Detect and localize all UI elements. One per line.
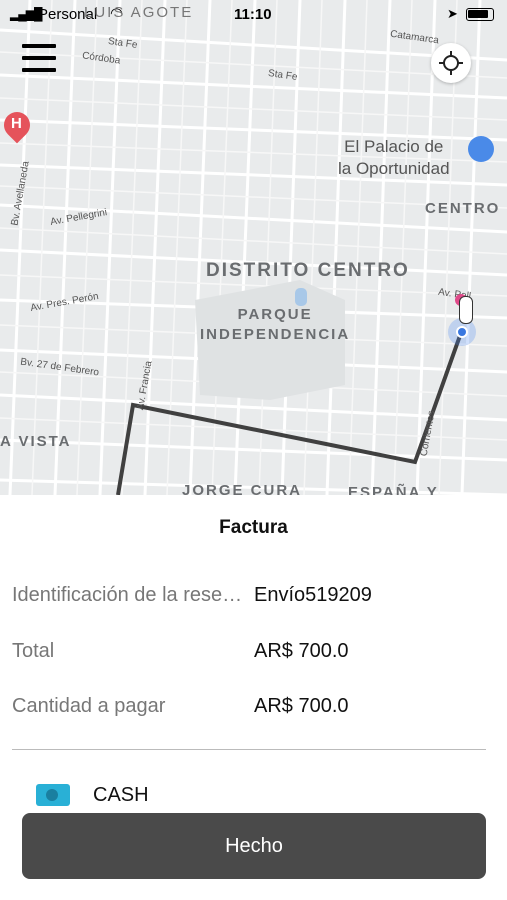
locate-me-button[interactable] [431, 43, 471, 83]
amount-due-value: AR$ 700.0 [254, 695, 349, 717]
map-label-centro: CENTRO [425, 200, 501, 217]
hamburger-icon [22, 44, 56, 48]
booking-id-value: Envío519209 [254, 584, 372, 606]
crosshair-icon [439, 51, 463, 75]
map-label-park: PARQUE INDEPENDENCIA [200, 306, 351, 343]
menu-button[interactable] [22, 44, 56, 78]
sheet-title: Factura [219, 517, 288, 538]
location-arrow-icon: ➤ [447, 6, 458, 21]
map-label-espana: ESPAÑA Y [348, 484, 439, 495]
map-view[interactable]: ▂▄▆█ Personal ◠ 11:10 ➤ LUIS AGOTE H El … [0, 0, 507, 495]
map-label-jorge-cura: JORGE CURA [182, 482, 303, 495]
car-icon [459, 296, 473, 324]
map-label-vista: A VISTA [0, 433, 72, 450]
status-bar: ▂▄▆█ Personal ◠ 11:10 ➤ [0, 0, 507, 30]
poi-label: El Palacio de la Oportunidad [338, 137, 450, 178]
map-label-district: DISTRITO CENTRO [206, 260, 410, 281]
booking-id-label: Identificación de la reserva [12, 584, 244, 606]
total-label: Total [12, 640, 55, 662]
amount-due-label: Cantidad a pagar [12, 695, 166, 717]
total-value: AR$ 700.0 [254, 640, 349, 662]
done-button[interactable]: Hecho [22, 813, 486, 879]
status-time: 11:10 [234, 6, 272, 23]
signal-icon: ▂▄▆█ [10, 7, 42, 21]
invoice-sheet: Factura Identificación de la reserva Env… [0, 495, 507, 900]
cash-icon [36, 784, 70, 806]
payment-method-label: CASH [93, 784, 149, 806]
map-label-top: LUIS AGOTE [84, 4, 194, 21]
battery-icon [466, 8, 494, 21]
divider [12, 749, 486, 750]
shop-marker-icon [468, 136, 494, 162]
